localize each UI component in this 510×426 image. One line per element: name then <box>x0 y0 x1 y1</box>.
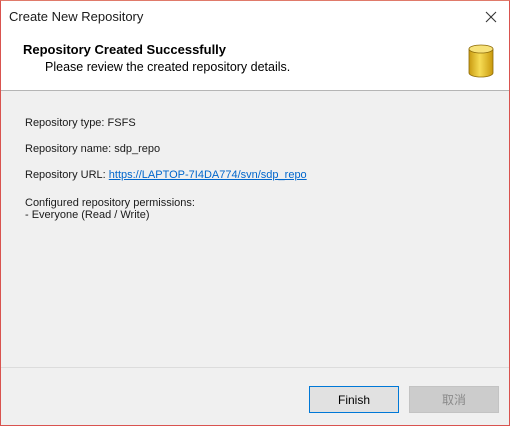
cancel-button[interactable]: 取消 <box>409 386 499 413</box>
finish-button[interactable]: Finish <box>309 386 399 413</box>
header-subtitle: Please review the created repository det… <box>45 60 291 74</box>
close-icon <box>485 11 497 23</box>
footer-divider <box>1 367 509 368</box>
database-icon <box>468 44 494 78</box>
repository-name-text: Repository name: sdp_repo <box>25 143 161 155</box>
repository-url-row: Repository URL: https://LAPTOP-7I4DA774/… <box>25 169 307 182</box>
repository-url-link[interactable]: https://LAPTOP-7I4DA774/svn/sdp_repo <box>109 169 307 181</box>
header-title: Repository Created Successfully <box>23 42 227 57</box>
close-button[interactable] <box>473 1 509 33</box>
window-title: Create New Repository <box>9 9 144 24</box>
dialog-window: Create New Repository Repository Created… <box>0 0 510 426</box>
wizard-header: Repository Created Successfully Please r… <box>1 33 509 91</box>
title-bar: Create New Repository <box>1 1 509 33</box>
repository-url-label: Repository URL: <box>25 169 109 181</box>
permissions-value: - Everyone (Read / Write) <box>25 209 150 221</box>
repository-type-text: Repository type: FSFS <box>25 117 136 129</box>
